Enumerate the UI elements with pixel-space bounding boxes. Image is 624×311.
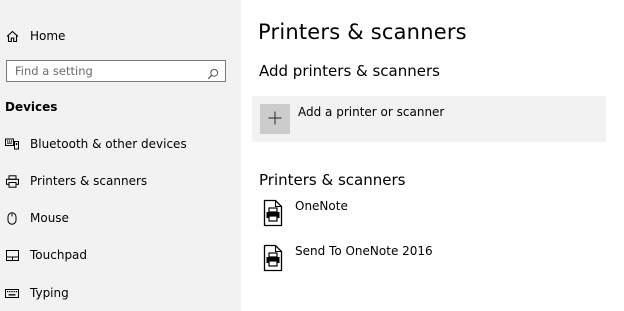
mouse-icon [5,211,19,225]
bluetooth-devices-icon [5,137,19,151]
printer-document-icon [261,244,285,272]
plus-icon [268,110,282,129]
sidebar-item-printers-scanners[interactable]: Printers & scanners [0,169,241,193]
sidebar-item-label: Printers & scanners [30,174,148,188]
nav-home[interactable]: Home [0,24,241,48]
search-box [6,60,226,82]
add-tile [260,104,290,134]
touchpad-icon [5,248,19,262]
sidebar: Home Devices [0,0,241,311]
sidebar-section-heading: Devices [5,100,58,114]
settings-window: Home Devices [0,0,624,311]
sidebar-item-bluetooth[interactable]: Bluetooth & other devices [0,132,241,156]
keyboard-icon [5,286,19,300]
nav-home-label: Home [30,29,66,43]
sidebar-item-typing[interactable]: Typing [0,281,241,305]
search-icon[interactable] [207,65,219,80]
add-section-heading: Add printers & scanners [259,62,440,80]
add-printer-button[interactable]: Add a printer or scanner [252,96,606,142]
main-content: Printers & scanners Add printers & scann… [241,0,624,311]
printer-name: Send To OneNote 2016 [295,244,433,258]
printer-item-send-to-onenote[interactable]: Send To OneNote 2016 [259,244,599,274]
printers-list-heading: Printers & scanners [259,171,406,189]
printer-item-onenote[interactable]: OneNote [259,199,599,229]
home-icon [5,29,19,43]
sidebar-item-label: Mouse [30,211,69,225]
sidebar-item-mouse[interactable]: Mouse [0,206,241,230]
sidebar-item-label: Bluetooth & other devices [30,137,187,151]
sidebar-item-label: Touchpad [30,248,88,262]
printer-name: OneNote [295,199,348,213]
page-title: Printers & scanners [258,20,467,44]
sidebar-item-touchpad[interactable]: Touchpad [0,243,241,267]
sidebar-item-label: Typing [30,286,69,300]
printer-icon [5,174,19,188]
search-input[interactable] [7,61,197,81]
printer-document-icon [261,199,285,227]
add-printer-label: Add a printer or scanner [298,105,445,119]
